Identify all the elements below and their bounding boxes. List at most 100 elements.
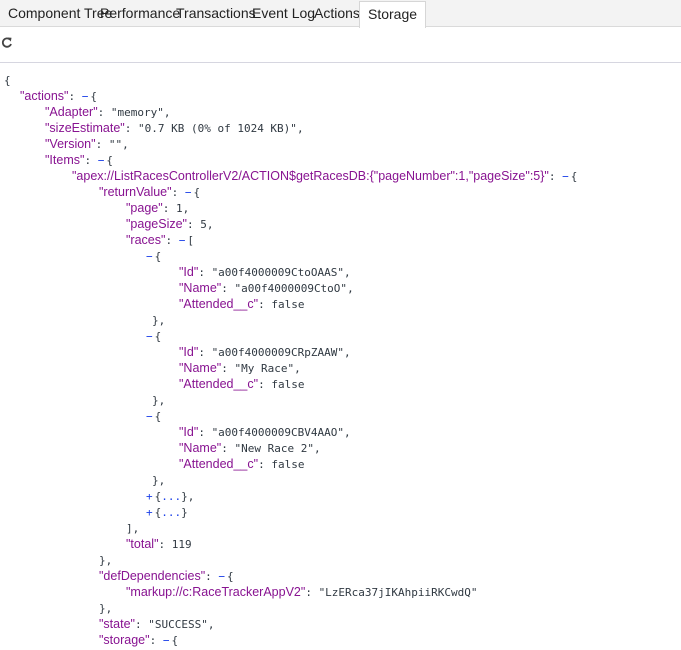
json-key: "pageSize" [126,217,187,231]
json-key: "storage" [99,633,150,647]
json-punctuation: , [344,266,351,279]
json-line: "markup://c:RaceTrackerAppV2": "LzERca37… [126,584,478,600]
tab-bar: Component Tree Performance Transactions … [0,0,681,28]
json-punctuation: , [182,202,190,215]
json-key: "Adapter" [45,105,98,119]
json-string-value: "a00f4000009CtoOAAS" [211,266,345,279]
json-key: "apex://ListRacesControllerV2/ACTION$get… [72,169,549,183]
collapsed-ellipsis[interactable]: ... [161,506,181,519]
json-line: "Id": "a00f4000009CBV4AAO", [179,424,351,440]
json-punctuation: { [106,154,113,167]
json-string-value: "LzERca37jIKAhpiiRKCwdQ" [318,586,478,599]
json-line: ], [126,520,139,536]
json-key: "sizeEstimate" [45,121,125,135]
json-key: "actions" [20,89,69,103]
collapse-toggle[interactable]: − [146,330,153,343]
json-key: "Name" [179,281,222,295]
json-punctuation: }, [99,554,113,567]
json-punctuation: : [548,170,563,183]
json-line: "Name": "a00f4000009CtoO", [179,280,354,296]
json-string-value: "New Race 2" [234,442,314,455]
json-punctuation: }, [152,394,166,407]
json-line: "page": 1, [126,200,189,216]
json-key: "Name" [179,361,222,375]
json-punctuation: , [344,426,351,439]
json-punctuation: : [162,202,176,215]
collapse-toggle[interactable]: − [163,634,170,647]
json-number-value: 119 [171,538,192,551]
collapse-toggle[interactable]: − [82,90,89,103]
json-punctuation: : [158,538,172,551]
json-line: "races": −[ [126,232,194,248]
json-key: "page" [126,201,163,215]
json-punctuation: , [344,346,351,359]
json-punctuation: : [165,234,179,247]
json-line: "total": 119 [126,536,192,552]
json-key: "Id" [179,425,199,439]
json-key: "races" [126,233,166,247]
json-punctuation: : [134,618,149,631]
expand-toggle[interactable]: + [146,506,153,519]
json-punctuation: : [84,154,98,167]
json-punctuation: { [171,634,179,647]
json-punctuation: { [90,90,97,103]
json-line: "Attended__c": false [179,456,304,472]
json-line: "Id": "a00f4000009CRpZAAW", [179,344,351,360]
json-punctuation: : [198,426,212,439]
json-punctuation: : [198,266,212,279]
json-line: }, [152,312,165,328]
json-line: −{ [146,408,161,424]
json-line: + {...}, [146,488,194,504]
collapse-toggle[interactable]: − [562,170,569,183]
json-punctuation: { [193,186,201,199]
json-key: "returnValue" [99,185,172,199]
collapse-toggle[interactable]: − [146,250,153,263]
json-punctuation: }, [99,602,113,615]
json-punctuation: : [258,458,272,471]
json-punctuation: , [313,442,321,455]
json-punctuation: }, [181,490,195,503]
json-key: "Attended__c" [179,377,259,391]
json-punctuation: : [97,106,111,119]
json-line: "Name": "New Race 2", [179,440,321,456]
json-key: "total" [126,537,159,551]
json-key: "Id" [179,345,199,359]
json-punctuation: : [124,122,138,135]
json-line: "Attended__c": false [179,296,304,312]
json-key: "defDependencies" [99,569,206,583]
collapse-toggle[interactable]: − [146,410,153,423]
json-string-value: "" [108,138,123,151]
json-line: "Id": "a00f4000009CtoOAAS", [179,264,351,280]
tab-storage[interactable]: Storage [359,1,427,28]
json-punctuation: : [221,362,235,375]
refresh-icon[interactable] [0,36,14,50]
collapse-toggle[interactable]: − [98,154,105,167]
json-line: −{ [146,328,161,344]
json-line: "storage": −{ [99,632,178,648]
json-punctuation: , [296,122,304,135]
json-punctuation: : [198,346,212,359]
expand-toggle[interactable]: + [146,490,153,503]
json-key: "Name" [179,441,222,455]
json-punctuation: { [154,250,162,263]
json-line: }, [99,552,112,568]
json-line: }, [152,472,165,488]
collapsed-ellipsis[interactable]: ... [161,490,181,503]
json-boolean-value: false [271,458,305,471]
json-punctuation: : [187,218,201,231]
json-punctuation: , [294,362,301,375]
json-punctuation: : [258,378,272,391]
json-punctuation: : [171,186,185,199]
json-punctuation: : [95,138,109,151]
json-key: "Version" [45,137,96,151]
json-punctuation: { [154,330,162,343]
json-punctuation: : [205,570,219,583]
json-string-value: "My Race" [234,362,295,375]
json-line: }, [99,600,112,616]
collapse-toggle[interactable]: − [218,570,225,583]
json-line: "Name": "My Race", [179,360,301,376]
collapse-toggle[interactable]: − [185,186,192,199]
collapse-toggle[interactable]: − [179,234,186,247]
json-punctuation: , [122,138,129,151]
json-punctuation: : [221,442,235,455]
